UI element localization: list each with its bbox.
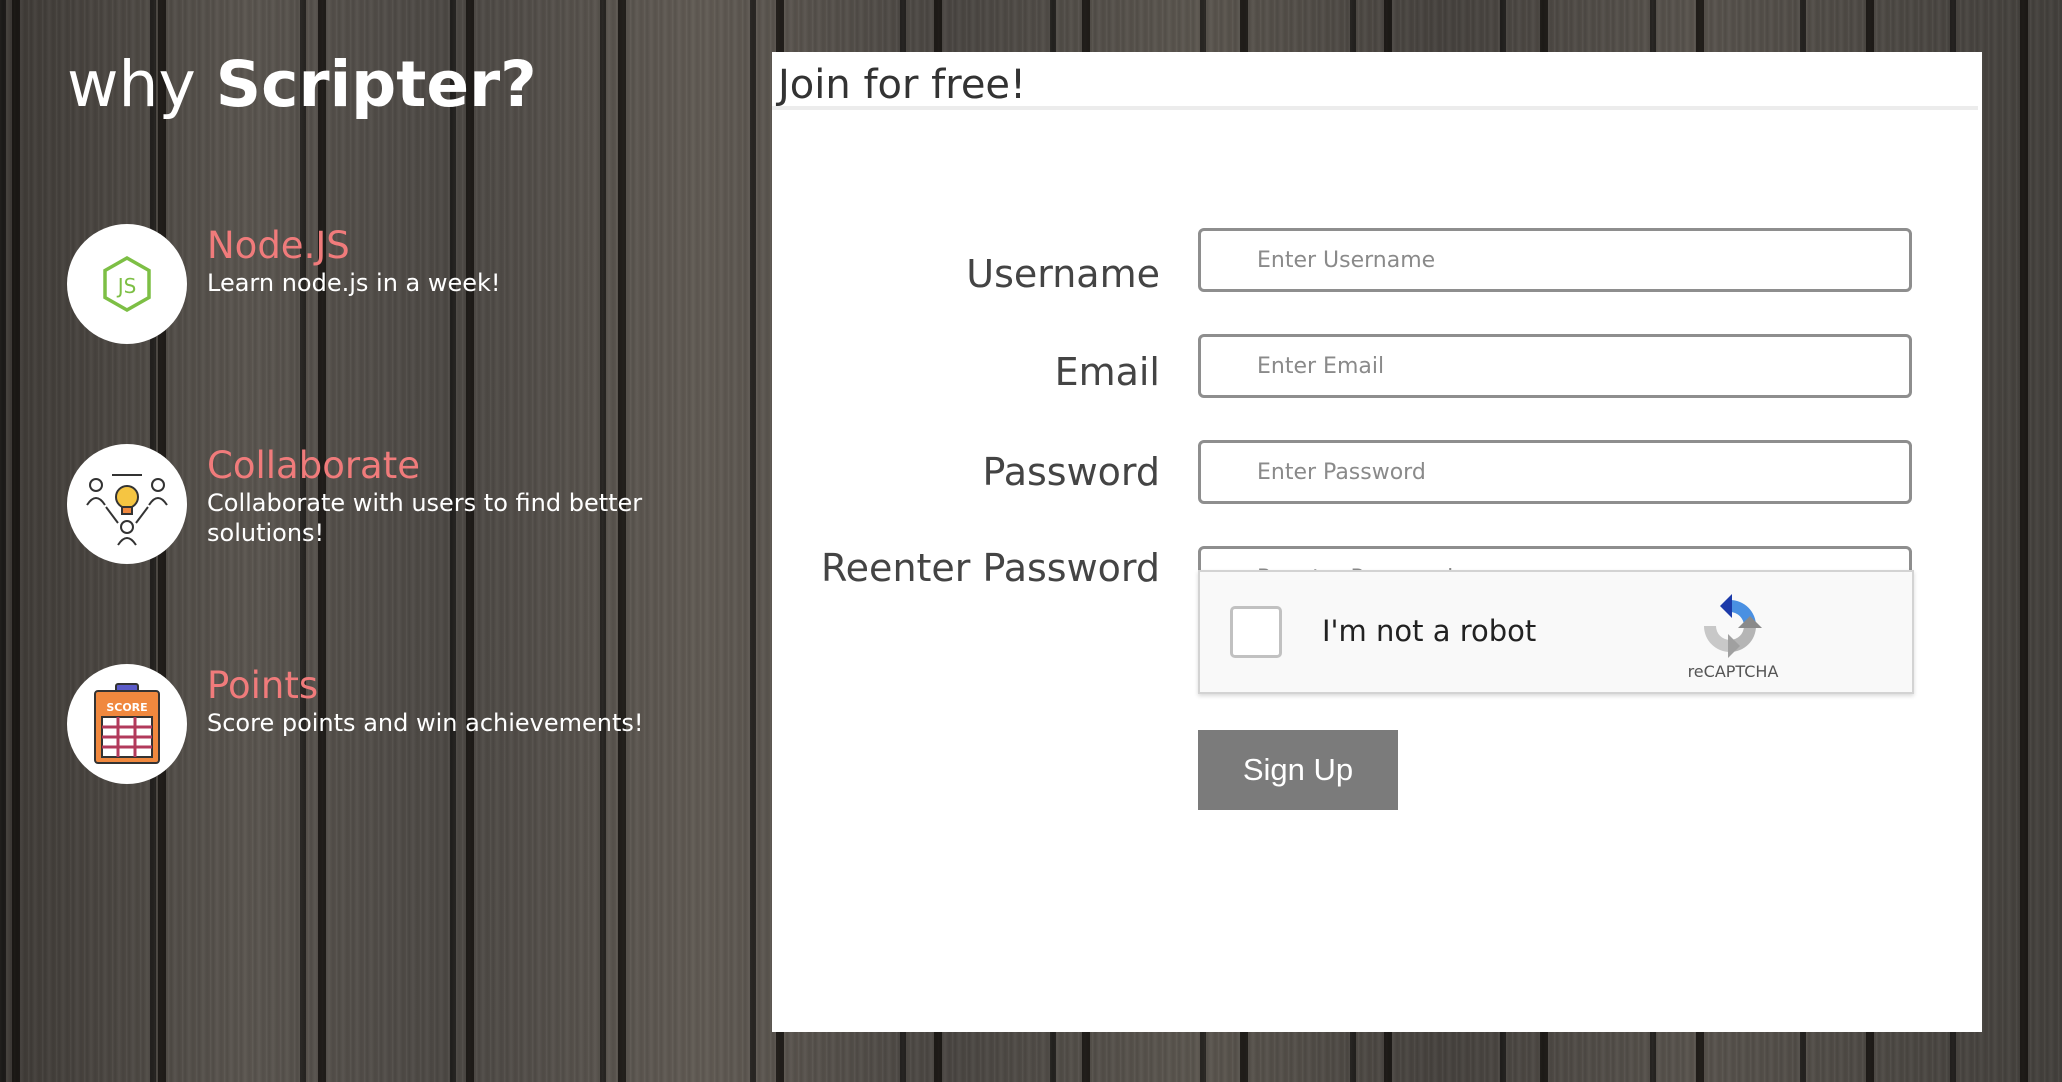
why-section: why Scripter? JS Node.JS Learn node.js i… [0,0,760,1082]
feature-title: Node.JS [207,224,350,267]
nodejs-icon: JS [67,224,187,344]
signup-panel: Join for free! Username Email Password R… [772,52,1982,1032]
feature-title: Points [207,664,319,707]
form-title: Join for free! [778,62,1027,108]
why-headline: why Scripter? [67,48,537,121]
feature-description: Collaborate with users to find better so… [207,489,643,547]
sign-up-button[interactable]: Sign Up [1198,730,1398,810]
captcha-checkbox[interactable] [1230,606,1282,658]
svg-text:JS: JS [116,274,137,298]
captcha-brand: reCAPTCHA [1687,662,1779,681]
password-input[interactable] [1198,440,1912,504]
username-label: Username [966,252,1160,296]
email-input[interactable] [1198,334,1912,398]
feature-description: Learn node.js in a week! [207,269,501,297]
username-input[interactable] [1198,228,1912,292]
panel-header: Join for free! [772,56,1978,110]
collaborate-icon [67,444,187,564]
password-label: Password [982,450,1161,494]
headline-brand: Scripter? [215,48,537,121]
headline-prefix: why [67,48,196,121]
recaptcha-icon [1698,594,1762,658]
recaptcha-widget: I'm not a robot reCAPTCHA [1198,570,1914,694]
score-board-icon: SCORE [67,664,187,784]
reenter-password-label: Reenter Password [820,546,1160,590]
email-label: Email [1054,350,1160,394]
captcha-label: I'm not a robot [1322,614,1537,648]
svg-text:SCORE: SCORE [106,701,147,714]
feature-title: Collaborate [207,444,420,487]
feature-description: Score points and win achievements! [207,709,644,737]
